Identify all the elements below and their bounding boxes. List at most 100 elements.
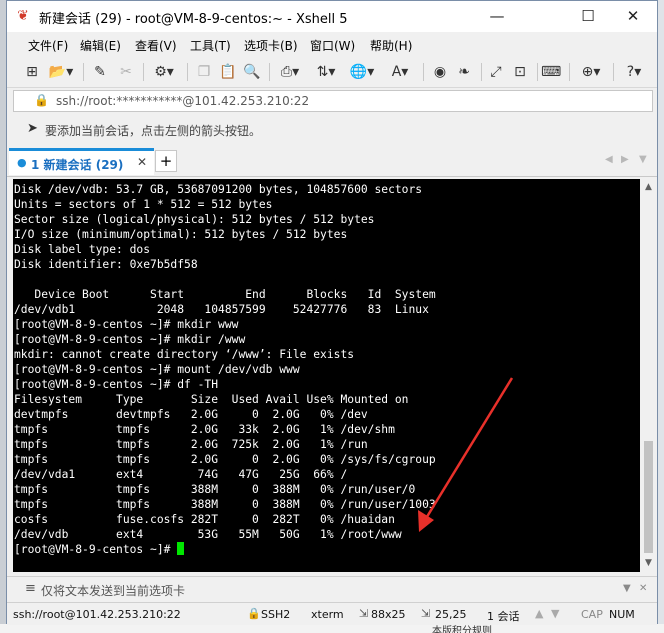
menu-help[interactable]: 帮助(H) (370, 37, 412, 54)
help-icon[interactable]: ?▾ (619, 63, 649, 81)
menu-view[interactable]: 查看(V) (135, 37, 177, 54)
session-hint-text: 要添加当前会话，点击左侧的箭头按钮。 (45, 124, 262, 138)
status-terminal-type: xterm (311, 608, 344, 621)
globe-icon[interactable]: 🌐▾ (347, 63, 377, 81)
tab-session-1[interactable]: ● 1 新建会话 (29) ✕ (9, 148, 154, 175)
xshell-app-icon: ❦ (17, 8, 29, 24)
menu-edit[interactable]: 编辑(E) (80, 37, 121, 54)
window-title: 新建会话 (29) - root@VM-8-9-centos:~ - Xshel… (39, 12, 348, 27)
session-up-icon[interactable]: ▲ (535, 607, 543, 620)
terminal-line: cosfs fuse.cosfs 282T 0 282T 0% /huaidan (14, 513, 395, 526)
transfer-icon[interactable]: ⇅▾ (311, 63, 341, 81)
new-tab-button[interactable]: + (155, 150, 177, 172)
xshell-window: ❦ 新建会话 (29) - root@VM-8-9-centos:~ - Xsh… (6, 0, 658, 625)
terminal-line: [root@VM-8-9-centos ~]# mkdir /www (14, 333, 246, 346)
properties-icon[interactable]: ⚙▾ (149, 63, 179, 81)
tab-bar: ● 1 新建会话 (29) ✕ + ◀ ▶ ▼ (7, 146, 657, 177)
add-tab-icon[interactable]: ⊕▾ (575, 63, 607, 81)
menu-tools[interactable]: 工具(T) (190, 37, 231, 54)
toolbar-separator (143, 63, 144, 81)
maximize-button[interactable]: ☐ (565, 1, 611, 32)
connect-icon[interactable]: ✎ (91, 63, 109, 81)
tab-list-icon[interactable]: ▼ (639, 154, 647, 165)
terminal-line: Device Boot Start End Blocks Id System (14, 288, 436, 301)
xftp-icon[interactable]: ◉ (431, 63, 449, 81)
terminal-line: Units = sectors of 1 * 512 = 512 bytes (14, 198, 273, 211)
tab-scroll-right-icon[interactable]: ▶ (621, 154, 629, 165)
compose-menu-icon[interactable]: ≡ (25, 581, 36, 596)
compose-target-text[interactable]: 仅将文本发送到当前选项卡 (41, 582, 185, 599)
script-icon[interactable]: ❧ (455, 63, 473, 81)
terminal-line: /dev/vdb1 2048 104857599 52427776 83 Lin… (14, 303, 429, 316)
new-session-icon[interactable]: ⊞ (23, 63, 41, 81)
fullscreen-icon[interactable]: ⤢ (487, 63, 505, 81)
toolbar-separator (269, 63, 270, 81)
compose-dropdown-icon[interactable]: ▼ (623, 583, 631, 594)
terminal-line: Sector size (logical/physical): 512 byte… (14, 213, 375, 226)
secure-lock-icon: 🔒 (247, 607, 261, 620)
close-button[interactable]: ✕ (610, 1, 656, 32)
address-text: ssh://root:***********@101.42.253.210:22 (56, 94, 310, 108)
session-down-icon[interactable]: ▼ (551, 607, 559, 620)
terminal-line: /dev/vda1 ext4 74G 47G 25G 66% / (14, 468, 348, 481)
status-bar: ssh://root@101.42.253.210:22 🔒 SSH2 xter… (7, 602, 657, 625)
status-num-lock: NUM (609, 608, 635, 621)
paste-icon[interactable]: 📋 (219, 63, 237, 81)
keyboard-icon[interactable]: ⌨ (541, 63, 561, 81)
terminal-line: [root@VM-8-9-centos ~]# mount /dev/vdb w… (14, 363, 300, 376)
find-icon[interactable]: 🔍 (243, 63, 261, 81)
tab-close-icon[interactable]: ✕ (137, 155, 147, 169)
toolbar-separator (423, 63, 424, 81)
terminal-line: Filesystem Type Size Used Avail Use% Mou… (14, 393, 409, 406)
background-page-bottom: 本版积分规则 (0, 624, 664, 633)
terminal-scrollbar[interactable]: ▲ ▼ (640, 179, 657, 572)
print-icon[interactable]: ⎙▾ (275, 63, 305, 81)
add-session-arrow-icon[interactable]: ➤ (27, 121, 38, 136)
status-terminal-size: 88x25 (371, 608, 406, 621)
terminal-line: Disk label type: dos (14, 243, 151, 256)
scrollbar-thumb[interactable] (644, 441, 653, 553)
compose-bar: ≡ 仅将文本发送到当前选项卡 ▼ ✕ (7, 576, 657, 601)
menu-window[interactable]: 窗口(W) (310, 37, 355, 54)
terminal-line: tmpfs tmpfs 2.0G 33k 2.0G 1% /dev/shm (14, 423, 395, 436)
scroll-up-icon[interactable]: ▲ (640, 182, 657, 192)
toolbar-separator (537, 63, 538, 81)
terminal-line: tmpfs tmpfs 388M 0 388M 0% /run/user/0 (14, 483, 416, 496)
toolbar-separator (187, 63, 188, 81)
terminal-line: tmpfs tmpfs 2.0G 725k 2.0G 1% /run (14, 438, 368, 451)
terminal-prompt-line: [root@VM-8-9-centos ~]# (13, 542, 640, 557)
font-icon[interactable]: A▾ (385, 63, 415, 81)
status-caps-lock: CAP (581, 608, 603, 621)
background-bottom-text: 本版积分规则 (432, 626, 492, 633)
lock-icon: 🔒 (34, 93, 49, 107)
terminal-line: /dev/vdb ext4 53G 55M 50G 1% /root/www (14, 528, 402, 541)
terminal-line: mkdir: cannot create directory ‘/www’: F… (14, 348, 355, 361)
terminal-line: Disk identifier: 0xe7b5df58 (14, 258, 198, 271)
copy-icon[interactable]: ❐ (195, 63, 213, 81)
terminal-line: tmpfs tmpfs 388M 0 388M 0% /run/user/100… (14, 498, 436, 511)
tab-label: 1 新建会话 (29) (31, 158, 124, 172)
terminal-cursor (177, 542, 185, 555)
terminal-output[interactable]: Disk /dev/vdb: 53.7 GB, 53687091200 byte… (13, 179, 640, 572)
terminal-line: I/O size (minimum/optimal): 512 bytes / … (14, 228, 348, 241)
minimize-button[interactable]: — (474, 1, 520, 32)
cursor-position-icon: ⇲ (421, 607, 431, 620)
status-connection: ssh://root@101.42.253.210:22 (13, 608, 181, 621)
menu-bar: 文件(F) 编辑(E) 查看(V) 工具(T) 选项卡(B) 窗口(W) 帮助(… (7, 32, 657, 56)
tab-scroll-left-icon[interactable]: ◀ (605, 154, 613, 165)
menu-tabs[interactable]: 选项卡(B) (244, 37, 298, 54)
disconnect-icon[interactable]: ✂ (117, 63, 135, 81)
tab-status-dot-icon: ● (17, 156, 27, 169)
scroll-down-icon[interactable]: ▼ (640, 558, 657, 568)
toolbar: ⊞ 📂▾ ✎ ✂ ⚙▾ ❐ 📋 🔍 ⎙▾ ⇅▾ 🌐▾ A▾ ◉ ❧ ⤢ ⊡ ⌨ … (7, 57, 657, 88)
menu-file[interactable]: 文件(F) (28, 37, 68, 54)
toolbar-separator (83, 63, 84, 81)
terminal-line: Disk /dev/vdb: 53.7 GB, 53687091200 byte… (14, 183, 423, 196)
compose-close-icon[interactable]: ✕ (639, 583, 647, 594)
open-folder-icon[interactable]: 📂▾ (47, 63, 75, 81)
title-bar[interactable]: ❦ 新建会话 (29) - root@VM-8-9-centos:~ - Xsh… (7, 1, 657, 32)
lock-screen-icon[interactable]: ⊡ (511, 63, 529, 81)
address-bar[interactable]: 🔒 ssh://root:***********@101.42.253.210:… (13, 90, 653, 112)
status-sessions: 1 会话 (487, 610, 520, 623)
